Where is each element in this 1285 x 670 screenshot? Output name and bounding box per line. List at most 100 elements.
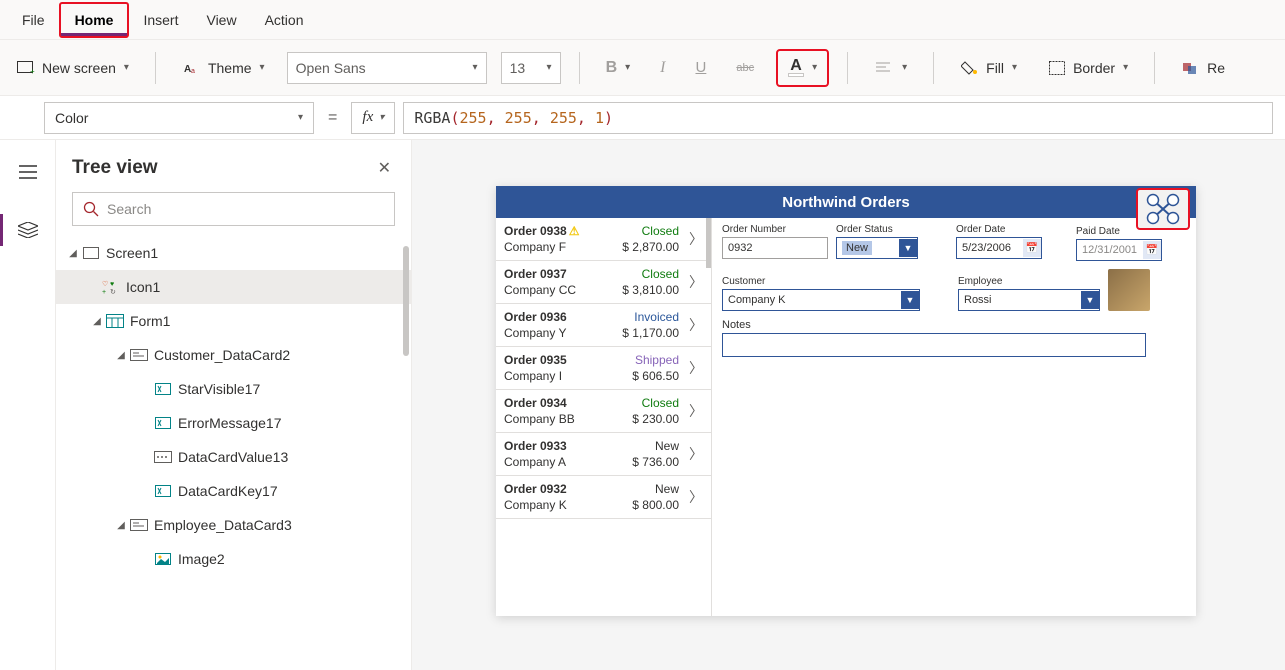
chevron-down-icon: ▾ [260,62,265,73]
tree-search[interactable] [72,192,395,226]
employee-select[interactable]: Rossi▼ [958,289,1100,311]
underline-button[interactable]: U [687,53,714,82]
calendar-icon: 📅 [1023,239,1041,257]
canvas[interactable]: Northwind Orders Order 0938⚠Company FClo… [412,140,1285,670]
strikethrough-button[interactable]: abc [728,56,762,80]
order-list-row[interactable]: Order 0933Company ANew$ 736.00〉 [496,433,711,476]
chevron-down-icon: ▾ [473,62,478,73]
tree-view-button[interactable] [8,210,48,250]
formula-c1: , [487,109,496,127]
tree-search-input[interactable] [107,201,384,217]
reorder-icon [1181,58,1201,78]
tree-item-screen1[interactable]: ◢ Screen1 [56,236,411,270]
tree-item-image2[interactable]: Image2 [56,542,411,576]
notes-field[interactable] [722,333,1146,357]
chevron-down-icon: ▾ [124,62,129,73]
formula-bar: Color ▾ = fx ▾ RGBA(255, 255, 255, 1) [0,96,1285,140]
notes-label: Notes [722,319,1186,331]
font-size-value: 13 [510,60,526,76]
tree-item-starvisible17[interactable]: StarVisible17 [56,372,411,406]
order-list-row[interactable]: Order 0932Company KNew$ 800.00〉 [496,476,711,519]
formula-rp: ) [604,109,613,127]
tree-item-label: StarVisible17 [178,381,260,397]
fx-button[interactable]: fx ▾ [351,102,395,134]
order-date-field[interactable]: 5/23/2006📅 [956,237,1042,259]
order-list: Order 0938⚠Company FClosed$ 2,870.00〉Ord… [496,186,712,616]
font-color-button[interactable]: A ▾ [780,53,825,83]
tree-item-errormessage17[interactable]: ErrorMessage17 [56,406,411,440]
menu-file[interactable]: File [8,4,59,36]
form-icon [106,312,124,330]
property-select[interactable]: Color ▾ [44,102,314,134]
formula-a1: 255 [460,109,487,127]
chevron-down-icon: ▾ [379,112,384,123]
theme-label: Theme [208,60,252,76]
app-title: Northwind Orders [782,194,910,211]
align-icon [874,58,894,78]
font-family-value: Open Sans [296,60,366,76]
formula-a2: 255 [505,109,532,127]
tree-item-label: Screen1 [106,245,158,261]
selected-icon-control[interactable] [1136,188,1190,230]
order-number-field[interactable]: 0932 [722,237,828,259]
bold-button[interactable]: B ▾ [598,53,639,83]
order-list-row[interactable]: Order 0938⚠Company FClosed$ 2,870.00〉 [496,218,711,261]
new-screen-button[interactable]: + New screen ▾ [8,52,137,84]
font-color-highlight: A ▾ [776,49,829,87]
font-family-select[interactable]: Open Sans ▾ [287,52,487,84]
reorder-button[interactable]: Re [1173,52,1233,84]
bold-icon: B [606,59,618,77]
border-button[interactable]: Border ▾ [1039,52,1136,84]
chevron-down-icon: ▾ [1123,62,1128,73]
svg-text:↻: ↻ [110,289,116,295]
tree-item-icon1[interactable]: ♡♥+↻ Icon1 [56,270,411,304]
scrollbar-thumb[interactable] [706,218,711,268]
order-list-row[interactable]: Order 0937Company CCClosed$ 3,810.00〉 [496,261,711,304]
combobox-icon [154,448,172,466]
align-button[interactable]: ▾ [866,52,915,84]
menu-home[interactable]: Home [61,4,128,36]
menu-view[interactable]: View [192,4,250,36]
tree-item-datacardkey17[interactable]: DataCardKey17 [56,474,411,508]
order-number-label: Order Number [722,224,828,235]
formula-input[interactable]: RGBA(255, 255, 255, 1) [403,102,1273,134]
formula-lp: ( [450,109,459,127]
svg-text:♡: ♡ [102,280,108,288]
tree-title: Tree view [72,157,158,179]
order-status-select[interactable]: New▼ [836,237,918,259]
italic-icon: I [660,59,665,77]
tree-item-customer-datacard[interactable]: ◢ Customer_DataCard2 [56,338,411,372]
app-preview: Northwind Orders Order 0938⚠Company FClo… [496,186,1196,616]
chevron-right-icon: 〉 [685,315,703,335]
order-list-row[interactable]: Order 0935Company IShipped$ 606.50〉 [496,347,711,390]
font-size-select[interactable]: 13 ▾ [501,52,561,84]
order-list-row[interactable]: Order 0936Company YInvoiced$ 1,170.00〉 [496,304,711,347]
customer-select[interactable]: Company K▼ [722,289,920,311]
order-status-label: Order Status [836,224,918,235]
label-icon [154,482,172,500]
chevron-down-icon: ▾ [902,62,907,73]
equals-sign: = [322,109,343,127]
theme-button[interactable]: Aa Theme ▾ [174,52,273,84]
tree-item-employee-datacard[interactable]: ◢ Employee_DataCard3 [56,508,411,542]
tree-scroll[interactable]: ◢ Screen1 ♡♥+↻ Icon1 ◢ Form1 ◢ Customer_… [56,236,411,670]
tree-item-form1[interactable]: ◢ Form1 [56,304,411,338]
hamburger-button[interactable] [8,152,48,192]
chevron-down-icon: ▼ [899,239,917,257]
chevron-down-icon: ▼ [901,291,919,309]
scrollbar-thumb[interactable] [403,246,409,356]
order-list-row[interactable]: Order 0934Company BBClosed$ 230.00〉 [496,390,711,433]
italic-button[interactable]: I [652,53,673,83]
fill-button[interactable]: Fill ▾ [952,52,1025,84]
formula-c2: , [532,109,541,127]
menu-insert[interactable]: Insert [129,4,192,36]
menu-action[interactable]: Action [251,4,318,36]
order-list-body[interactable]: Order 0938⚠Company FClosed$ 2,870.00〉Ord… [496,218,711,616]
border-icon [1047,58,1067,78]
close-panel-button[interactable]: ✕ [374,154,395,182]
app-title-bar: Northwind Orders [496,186,1196,218]
chevron-down-icon: ▼ [1081,291,1099,309]
tree-item-datacardvalue13[interactable]: DataCardValue13 [56,440,411,474]
chevron-right-icon: 〉 [685,444,703,464]
paid-date-field[interactable]: 12/31/2001📅 [1076,239,1162,261]
